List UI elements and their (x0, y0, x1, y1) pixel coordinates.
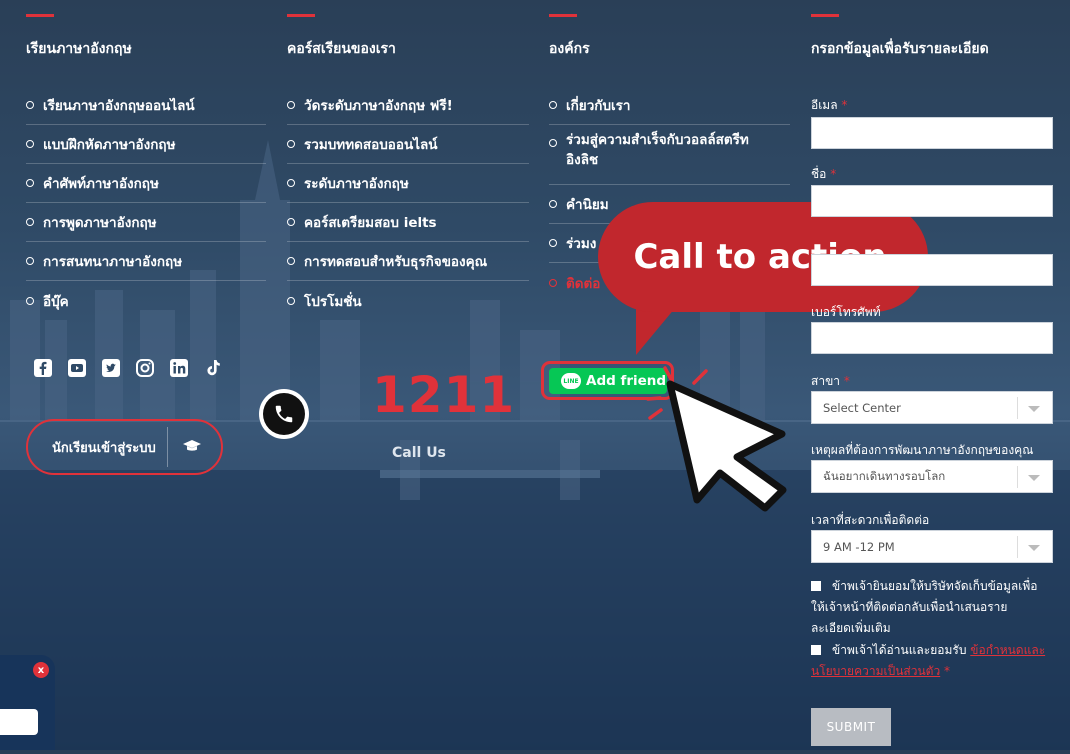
footer-link[interactable]: แบบฝึกหัดภาษาอังกฤษ (26, 125, 266, 164)
phone-icon[interactable] (259, 389, 309, 439)
footer-link[interactable]: คอร์สเตรียมสอบ ielts (287, 203, 529, 242)
dropdown-arrow-icon (1028, 475, 1040, 481)
reason-label: เหตุผลที่ต้องการพัฒนาภาษาอังกฤษของคุณ (811, 443, 1034, 457)
facebook-icon[interactable] (33, 358, 53, 378)
circle-bullet-icon (549, 278, 557, 287)
circle-bullet-icon (26, 296, 34, 305)
footer-link[interactable]: อีบุ๊ค (26, 281, 266, 320)
circle-bullet-icon (26, 218, 34, 226)
footer-link[interactable]: การสนทนาภาษาอังกฤษ (26, 242, 266, 281)
circle-bullet-icon (549, 139, 557, 147)
consent-checkbox[interactable] (811, 581, 821, 591)
branch-label: สาขา * (811, 374, 850, 388)
student-login-button[interactable]: นักเรียนเข้าสู่ระบบ (26, 419, 223, 475)
footer-link[interactable]: ระดับภาษาอังกฤษ (287, 164, 529, 203)
link-list: วัดระดับภาษาอังกฤษ ฟรี! รวมบททดสอบออนไลน… (287, 86, 529, 320)
circle-bullet-icon (549, 101, 557, 109)
footer-link[interactable]: เรียนภาษาอังกฤษออนไลน์ (26, 86, 266, 125)
lastname-field[interactable] (811, 254, 1053, 286)
chat-input[interactable] (0, 709, 38, 735)
line-add-friend-button[interactable]: LINE Add friend (541, 361, 674, 400)
circle-bullet-icon (26, 101, 34, 109)
dropdown-arrow-icon (1028, 545, 1040, 551)
accent-bar (287, 14, 315, 17)
time-select[interactable]: 9 AM -12 PM (811, 530, 1053, 563)
line-logo-icon: LINE (561, 373, 581, 389)
consent-row-1: ข้าพเจ้ายินยอมให้บริษัทจัดเก็บข้อมูลเพื่… (811, 579, 1038, 635)
name-field[interactable] (811, 185, 1053, 217)
close-icon[interactable]: x (33, 662, 49, 678)
circle-bullet-icon (26, 140, 34, 148)
email-label: อีเมล * (811, 98, 848, 112)
circle-bullet-icon (287, 140, 295, 148)
email-field[interactable] (811, 117, 1053, 149)
call-us-label: Call Us (392, 445, 446, 461)
col-title: เรียนภาษาอังกฤษ (26, 41, 132, 57)
link-list: เรียนภาษาอังกฤษออนไลน์ แบบฝึกหัดภาษาอังก… (26, 86, 266, 320)
footer-link[interactable]: วัดระดับภาษาอังกฤษ ฟรี! (287, 86, 529, 125)
accent-bar (26, 14, 54, 17)
footer-link[interactable]: การพูดภาษาอังกฤษ (26, 203, 266, 242)
circle-bullet-icon (287, 257, 295, 265)
circle-bullet-icon (287, 296, 295, 305)
social-icons (33, 358, 223, 378)
consent-row-2: ข้าพเจ้าได้อ่านและยอมรับ ข้อกำหนดและนโยบ… (811, 643, 1046, 678)
youtube-icon[interactable] (67, 358, 87, 378)
graduation-cap-icon (182, 438, 202, 458)
accent-bar (811, 14, 839, 17)
submit-button[interactable]: SUBMIT (811, 708, 891, 746)
circle-bullet-icon (287, 218, 295, 226)
circle-bullet-icon (26, 257, 34, 265)
form-title: กรอกข้อมูลเพื่อรับรายละเอียด (811, 41, 989, 57)
name-label: ชื่อ * (811, 167, 837, 181)
dropdown-arrow-icon (1028, 406, 1040, 412)
footer-link[interactable]: โปรโมชั่น (287, 281, 529, 320)
col-title: คอร์สเรียนของเรา (287, 41, 396, 57)
privacy-checkbox[interactable] (811, 645, 821, 655)
branch-select[interactable]: Select Center (811, 391, 1053, 424)
circle-bullet-icon (287, 101, 295, 109)
instagram-icon[interactable] (135, 358, 155, 378)
hotline-number[interactable]: 1211 (372, 366, 515, 424)
divider (167, 427, 168, 467)
tiktok-icon[interactable] (203, 358, 223, 378)
footer-link[interactable]: คำศัพท์ภาษาอังกฤษ (26, 164, 266, 203)
accent-bar (549, 14, 577, 17)
footer-link[interactable]: ร่วมสู่ความสำเร็จกับวอลล์สตรีท อิงลิช (549, 125, 790, 185)
circle-bullet-icon (26, 179, 34, 187)
linkedin-icon[interactable] (169, 358, 189, 378)
circle-bullet-icon (287, 179, 295, 187)
footer-link[interactable]: การทดสอบสำหรับธุรกิจของคุณ (287, 242, 529, 281)
phone-field[interactable] (811, 322, 1053, 354)
phone-label: เบอร์โทรศัพท์ (811, 305, 881, 319)
reason-select[interactable]: ฉันอยากเดินทางรอบโลก (811, 460, 1053, 493)
circle-bullet-icon (549, 200, 557, 208)
twitter-icon[interactable] (101, 358, 121, 378)
circle-bullet-icon (549, 239, 557, 247)
time-label: เวลาที่สะดวกเพื่อติดต่อ (811, 513, 930, 527)
footer-link[interactable]: รวมบททดสอบออนไลน์ (287, 125, 529, 164)
footer-link[interactable]: เกี่ยวกับเรา (549, 86, 790, 125)
col-title: องค์กร (549, 41, 590, 57)
